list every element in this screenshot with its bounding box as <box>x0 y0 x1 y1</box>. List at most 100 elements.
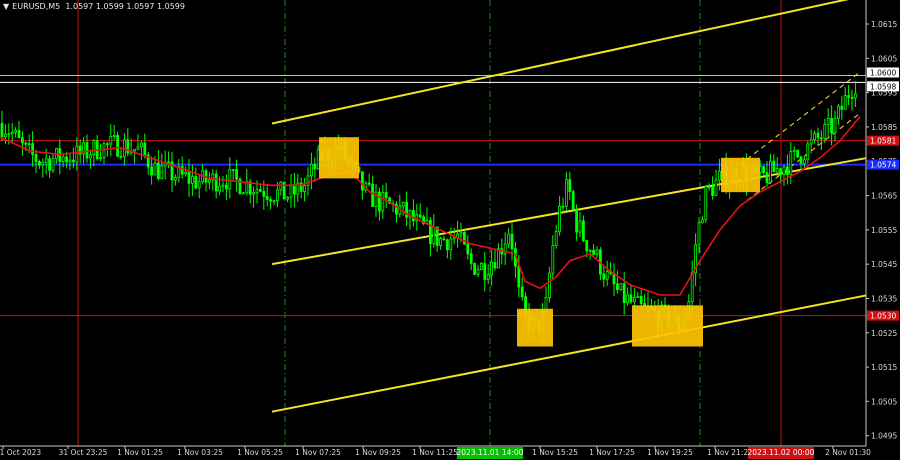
dropdown-triangle-icon[interactable]: ▼ <box>3 2 9 11</box>
candle-body-126 <box>428 220 432 245</box>
candle-body-210 <box>714 179 718 196</box>
candle-body-63 <box>214 173 218 192</box>
candle-body-66 <box>224 184 228 190</box>
candle-body-19 <box>65 156 68 163</box>
candle-body-141 <box>479 263 483 270</box>
candle-body-31 <box>106 143 109 146</box>
candle-body-51 <box>173 177 177 181</box>
candle-body-123 <box>418 214 422 218</box>
highlight-box-3 <box>721 157 760 193</box>
highlight-box-1 <box>517 308 553 347</box>
x-tick-label-8: 1 Nov 15:25 <box>532 448 578 457</box>
highlight-box-0 <box>319 137 359 179</box>
candle-body-251 <box>854 93 857 99</box>
candle-body-227 <box>772 160 776 173</box>
candle-body-20 <box>68 159 72 163</box>
chart-header: ▼ EURUSD,M5 1.0597 1.0599 1.0597 1.0599 <box>3 2 185 11</box>
candle-body-175 <box>595 249 599 255</box>
symbol-label: EURUSD,M5 <box>12 2 61 11</box>
candle-body-67 <box>228 169 232 190</box>
candle-body-85 <box>289 184 293 198</box>
candle-body-91 <box>309 163 313 177</box>
x-tick-label-1: 31 Oct 23:25 <box>59 448 108 457</box>
price-chart[interactable]: 1.06151.06051.05951.05851.05751.05651.05… <box>0 0 900 460</box>
candle-body-93 <box>316 149 320 170</box>
candle-body-249 <box>847 95 850 98</box>
candle-body-132 <box>449 238 453 251</box>
x-tick-label-10: 1 Nov 19:25 <box>647 448 693 457</box>
candle-body-237 <box>806 143 810 161</box>
x-tick-label-4: 1 Nov 05:25 <box>237 448 283 457</box>
y-tick-label-7: 1.0545 <box>871 260 897 269</box>
candle-body-8 <box>27 143 31 146</box>
candle-body-75 <box>255 189 259 194</box>
candle-body-77 <box>262 190 266 197</box>
candle-body-233 <box>792 149 796 152</box>
candle-body-72 <box>245 181 249 194</box>
candle-body-10 <box>34 153 38 162</box>
candle-body-9 <box>31 143 35 155</box>
candle-body-139 <box>473 262 477 275</box>
candle-body-76 <box>258 189 262 192</box>
candle-body-170 <box>578 220 582 233</box>
x-highlight-label-0: 2023.11.01 14:00 <box>457 448 524 457</box>
candle-body-118 <box>401 201 405 207</box>
candle-body-113 <box>384 192 388 199</box>
candle-body-68 <box>231 169 235 172</box>
candle-body-245 <box>833 117 837 134</box>
level-tag-label-1.0581: 1.0581 <box>870 137 896 146</box>
candle-body-121 <box>411 210 415 222</box>
candle-body-169 <box>575 208 578 233</box>
candle-body-26 <box>89 154 92 159</box>
candle-body-163 <box>554 231 558 246</box>
candle-body-12 <box>41 162 45 166</box>
candle-body-161 <box>548 272 551 298</box>
candle-body-140 <box>476 269 480 275</box>
candle-body-5 <box>17 130 21 139</box>
candle-body-1 <box>4 133 7 138</box>
candle-body-127 <box>432 226 436 245</box>
candle-body-0 <box>0 123 4 138</box>
candle-body-153 <box>520 286 524 298</box>
candle-body-40 <box>136 146 140 150</box>
candle-body-13 <box>44 158 48 163</box>
candle-body-25 <box>85 142 89 159</box>
candle-body-78 <box>265 196 269 200</box>
candle-body-129 <box>439 238 443 246</box>
candle-body-208 <box>707 186 711 188</box>
y-tick-label-12: 1.0495 <box>871 432 897 441</box>
candle-body-185 <box>629 294 633 303</box>
candle-body-130 <box>442 238 446 241</box>
candle-body-11 <box>38 161 41 166</box>
candle-body-184 <box>626 294 629 303</box>
candle-body-186 <box>633 297 636 303</box>
y-tick-label-11: 1.0505 <box>871 397 897 406</box>
candle-body-14 <box>48 158 51 171</box>
candle-body-64 <box>218 185 222 192</box>
candle-body-137 <box>466 243 470 255</box>
candle-body-135 <box>459 232 463 235</box>
candle-body-242 <box>823 123 827 139</box>
candle-body-246 <box>837 105 840 119</box>
candle-body-164 <box>558 206 561 233</box>
candle-body-225 <box>765 172 769 183</box>
candle-body-207 <box>704 186 708 221</box>
level-tag-label-1.0574: 1.0574 <box>870 161 896 170</box>
candle-body-4 <box>14 130 18 133</box>
candle-body-44 <box>150 166 154 176</box>
candle-body-211 <box>718 170 721 181</box>
candle-body-61 <box>207 179 211 183</box>
candle-body-244 <box>830 117 833 134</box>
candle-body-250 <box>850 96 854 99</box>
candle-body-188 <box>639 296 643 304</box>
candle-body-29 <box>99 157 102 160</box>
level-tag-label-1.0530: 1.0530 <box>870 312 896 321</box>
candle-body-142 <box>483 263 487 280</box>
candle-body-57 <box>194 176 198 189</box>
candle-body-239 <box>813 132 816 140</box>
candle-body-45 <box>153 162 157 176</box>
candle-body-230 <box>782 166 786 176</box>
chart-background <box>0 0 900 460</box>
candle-body-65 <box>221 184 225 187</box>
candle-body-56 <box>190 176 194 184</box>
